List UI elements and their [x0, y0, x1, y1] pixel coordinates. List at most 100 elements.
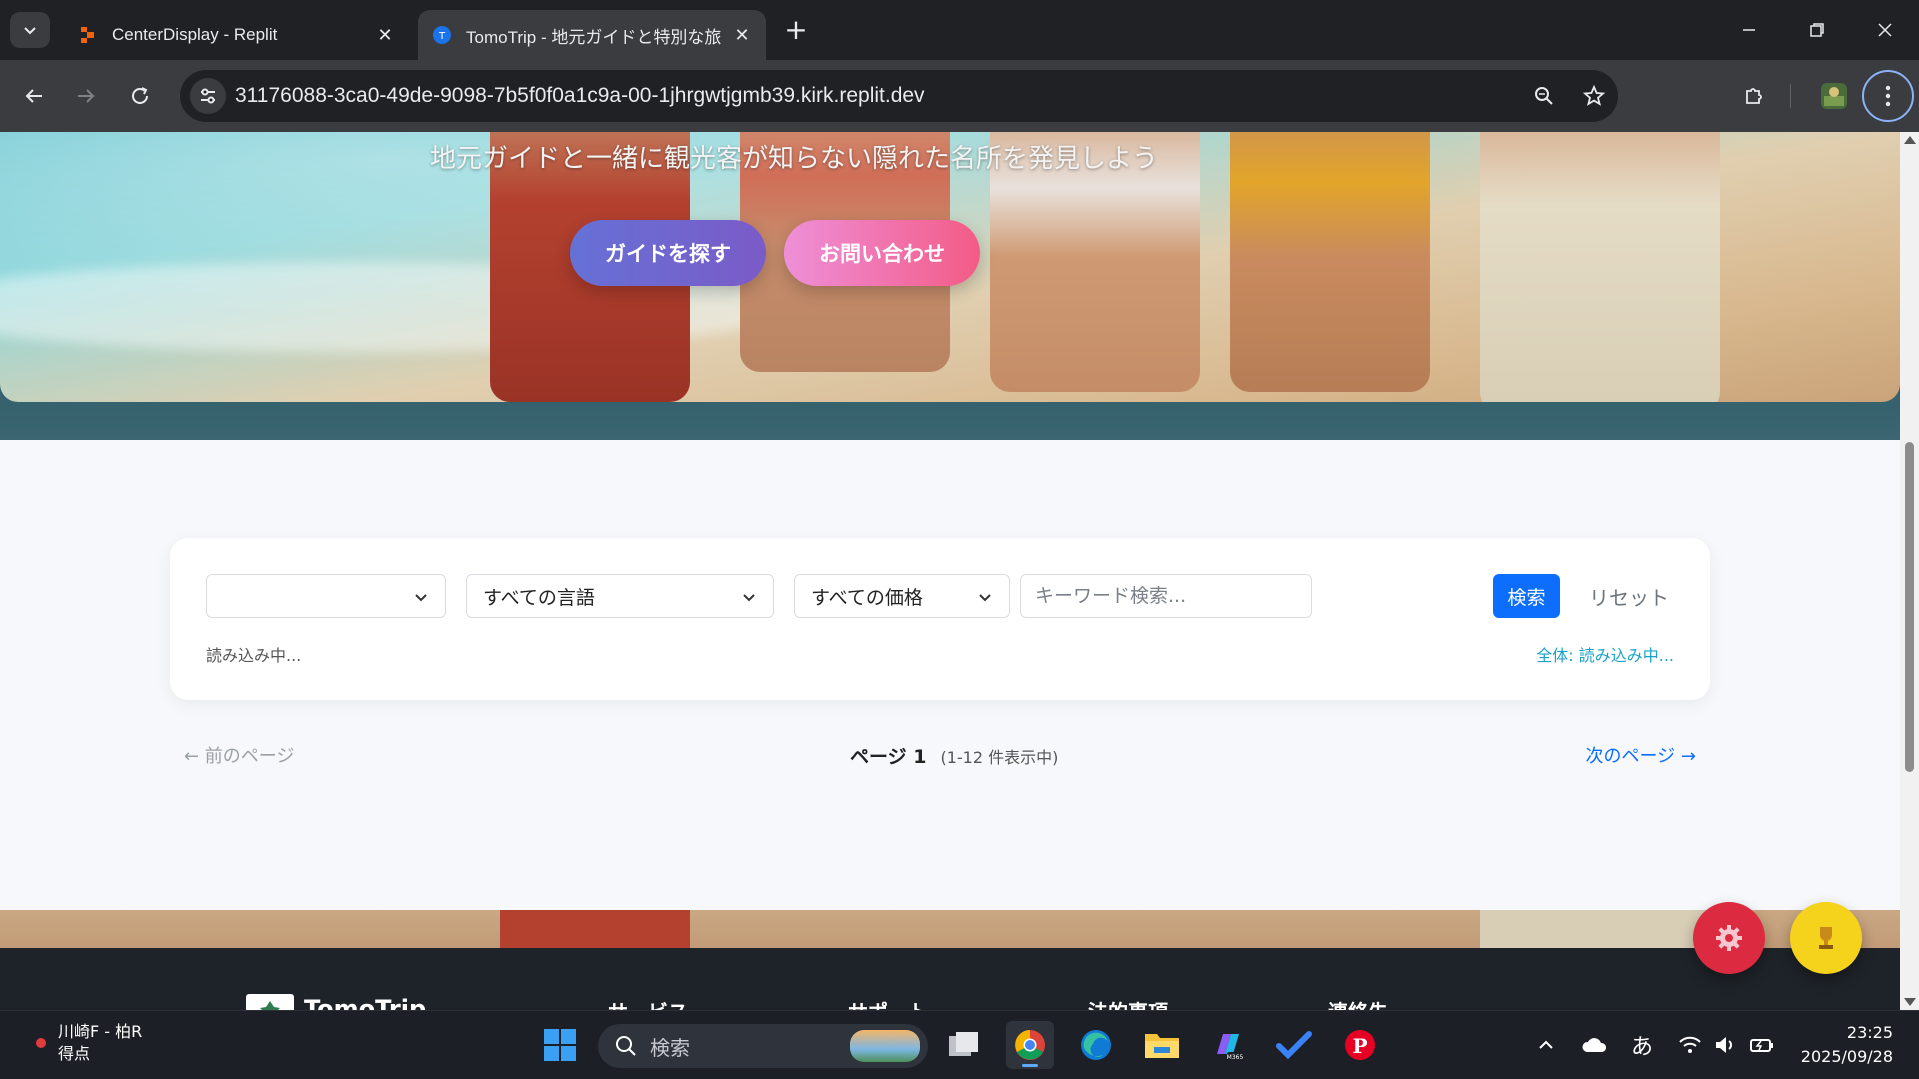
tray-overflow-button[interactable] [1530, 1029, 1562, 1061]
widget-text: 川崎F - 柏R 得点 [58, 1021, 142, 1065]
task-view-icon [949, 1032, 978, 1056]
ime-indicator[interactable]: あ [1626, 1029, 1658, 1061]
footer-brand[interactable]: TomoTrip [246, 994, 426, 1010]
os-taskbar: 川崎F - 柏R 得点 検索 M365 P あ 23:25 2025/09/28 [0, 1010, 1919, 1079]
avatar-icon [1821, 83, 1847, 109]
scroll-down-arrow[interactable] [1904, 998, 1916, 1006]
site-footer: TomoTrip サービス サポート 法的事項 連絡先 [0, 948, 1900, 1010]
pinterest-app[interactable]: P [1336, 1021, 1384, 1069]
arrow-left-icon [25, 89, 42, 103]
star-icon[interactable] [1578, 80, 1610, 112]
chevron-down-icon [979, 594, 991, 602]
price-select-value: すべての価格 [811, 586, 923, 609]
reset-button[interactable]: リセット [1574, 574, 1684, 618]
address-bar[interactable]: 31176088-3ca0-49de-9098-7b5f0f0a1c9a-00-… [180, 70, 1618, 122]
file-explorer-app[interactable] [1138, 1021, 1186, 1069]
taskbar-clock[interactable]: 23:25 2025/09/28 [1801, 1021, 1893, 1069]
tab-tomotrip[interactable]: T TomoTrip - 地元ガイドと特別な旅 ✕ [418, 10, 766, 60]
ranking-fab[interactable] [1790, 902, 1862, 974]
checkmark-icon [1276, 1031, 1312, 1060]
close-window-button[interactable] [1851, 0, 1919, 60]
settings-fab[interactable] [1693, 902, 1765, 974]
footer-col-contact: 連絡先 [1328, 996, 1388, 1010]
todo-app[interactable] [1270, 1021, 1318, 1069]
hero-photo-person [1480, 132, 1720, 402]
windows-icon [544, 1029, 576, 1061]
hero-photo-person [1230, 132, 1430, 392]
tab-search-button[interactable] [10, 12, 50, 48]
clock-time: 23:25 [1846, 1023, 1893, 1042]
weather-widget[interactable]: 川崎F - 柏R 得点 [36, 1021, 142, 1065]
battery-charging-icon [1750, 1039, 1773, 1052]
edge-icon [1081, 1030, 1111, 1060]
tab-title: CenterDisplay - Replit [112, 25, 278, 44]
close-icon[interactable]: ✕ [371, 21, 399, 49]
task-view-button[interactable] [940, 1021, 988, 1069]
tune-icon [201, 88, 215, 104]
language-select-value: すべての言語 [483, 586, 595, 609]
toolbar-divider [1790, 84, 1791, 108]
reload-button[interactable] [122, 78, 158, 114]
site-info-button[interactable] [190, 78, 226, 114]
find-guide-button[interactable]: ガイドを探す [570, 220, 766, 286]
close-icon [1878, 23, 1892, 37]
search-button[interactable]: 検索 [1493, 574, 1560, 618]
language-select[interactable]: すべての言語 [466, 574, 774, 618]
background-photo-strip [0, 910, 1900, 948]
battery-button[interactable] [1746, 1029, 1778, 1061]
start-button[interactable] [536, 1021, 584, 1069]
wifi-icon [1679, 1036, 1701, 1053]
scrollbar-thumb[interactable] [1905, 442, 1914, 772]
taskbar-search[interactable]: 検索 [598, 1024, 928, 1068]
chevron-down-icon [743, 594, 755, 602]
back-button[interactable] [16, 78, 52, 114]
replit-icon [78, 25, 98, 45]
wifi-button[interactable] [1674, 1029, 1706, 1061]
contact-button[interactable]: お問い合わせ [784, 220, 980, 286]
restore-button[interactable] [1783, 0, 1851, 60]
zoom-icon[interactable] [1528, 80, 1560, 112]
widget-line2: 得点 [58, 1044, 91, 1063]
footer-col-legal: 法的事項 [1088, 996, 1168, 1010]
page-scrollbar[interactable] [1900, 132, 1919, 1010]
prev-page-button[interactable]: ← 前のページ [184, 742, 294, 768]
onedrive-button[interactable] [1578, 1029, 1610, 1061]
new-tab-button[interactable]: + [780, 14, 812, 46]
svg-text:T: T [438, 31, 446, 42]
loading-status: 読み込み中... [206, 646, 302, 665]
forward-button[interactable] [68, 78, 104, 114]
tab-centerdisplay[interactable]: CenterDisplay - Replit ✕ [64, 10, 409, 60]
extensions-button[interactable] [1736, 78, 1772, 114]
tomotrip-icon: T [432, 25, 452, 45]
chevron-up-icon [1539, 1040, 1553, 1049]
keyword-search-input[interactable] [1020, 574, 1312, 618]
browser-menu-button[interactable] [1862, 70, 1914, 122]
puzzle-icon [1746, 88, 1762, 104]
next-page-button[interactable]: 次のページ → [1586, 742, 1696, 768]
edge-app[interactable] [1072, 1021, 1120, 1069]
chevron-down-icon [24, 27, 36, 35]
hero-section: 地元ガイドと一緒に観光客が知らない隠れた名所を発見しよう ガイドを探す お問い合… [0, 132, 1900, 402]
chrome-app[interactable] [1006, 1021, 1054, 1069]
profile-avatar[interactable] [1816, 78, 1852, 114]
m365-app[interactable]: M365 [1204, 1021, 1252, 1069]
folder-icon [1145, 1034, 1179, 1058]
minimize-button[interactable] [1715, 0, 1783, 60]
price-select[interactable]: すべての価格 [794, 574, 1010, 618]
scroll-up-arrow[interactable] [1904, 136, 1916, 144]
hero-photo-person [500, 910, 690, 948]
total-count-status: 全体: 読み込み中... [1536, 646, 1674, 665]
m365-copilot-icon: M365 [1217, 1034, 1243, 1061]
gear-icon [1716, 925, 1742, 951]
search-section: すべての言語 すべての価格 検索 リセット 読み込み中... 全体: 読み込み中… [0, 440, 1900, 910]
filter-card: すべての言語 すべての価格 検索 リセット 読み込み中... 全体: 読み込み中… [170, 538, 1710, 700]
url-text: 31176088-3ca0-49de-9098-7b5f0f0a1c9a-00-… [235, 84, 925, 107]
more-vertical-icon [1885, 85, 1891, 107]
live-score-icon [36, 1038, 46, 1048]
page-viewport: 地元ガイドと一緒に観光客が知らない隠れた名所を発見しよう ガイドを探す お問い合… [0, 132, 1900, 1010]
volume-button[interactable] [1710, 1029, 1742, 1061]
close-icon[interactable]: ✕ [728, 21, 756, 49]
footer-col-services: サービス [608, 996, 688, 1010]
location-select[interactable] [206, 574, 446, 618]
current-page-label: ページ 1 [850, 746, 927, 768]
